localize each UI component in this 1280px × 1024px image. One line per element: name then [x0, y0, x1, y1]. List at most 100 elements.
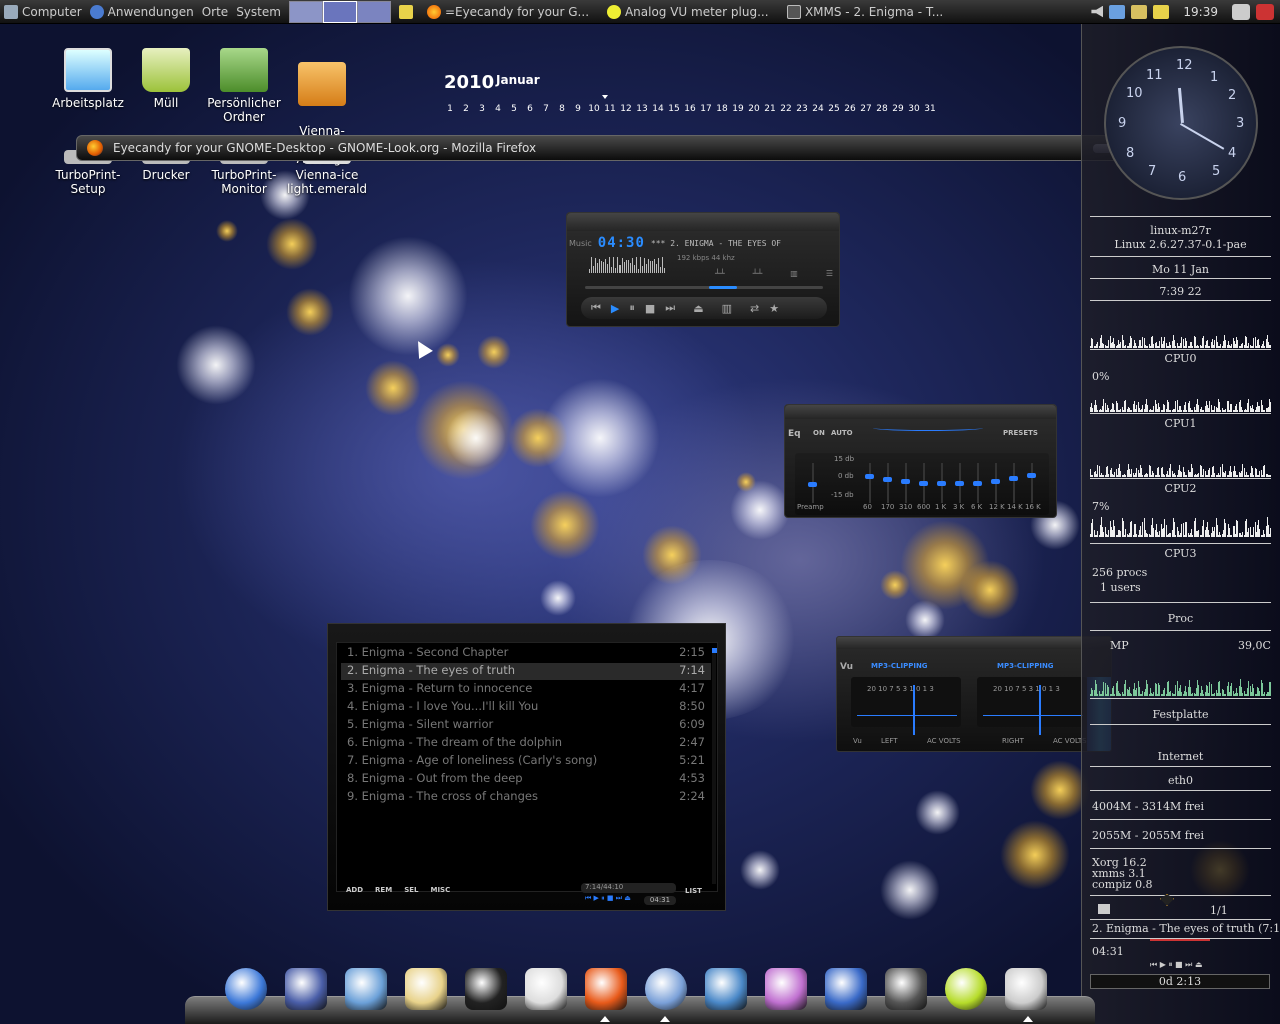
dock-document-icon[interactable] — [825, 968, 867, 1010]
eq-preamp-slider-knob[interactable] — [808, 482, 817, 487]
tray-app-icon[interactable] — [1109, 4, 1126, 19]
workspace-3[interactable] — [356, 0, 391, 23]
music-header[interactable] — [567, 213, 839, 231]
calendar-day[interactable]: 8 — [554, 104, 570, 114]
eq-band-slider-knob[interactable] — [901, 478, 910, 484]
eq-band-slider-knob[interactable] — [973, 481, 982, 487]
dock-lime-icon[interactable] — [945, 968, 987, 1010]
dock-music-icon[interactable] — [645, 968, 687, 1010]
task-firefox[interactable]: =Eyecandy for your G... — [421, 0, 601, 24]
dock-terminal-icon[interactable] — [465, 968, 507, 1010]
calendar-day[interactable]: 1 — [442, 104, 458, 114]
playlist-scrollbar[interactable] — [712, 648, 717, 884]
calendar-day[interactable]: 17 — [698, 104, 714, 114]
calendar-day[interactable]: 18 — [714, 104, 730, 114]
menu-applications[interactable]: Anwendungen — [86, 0, 198, 24]
favorite-button[interactable]: ★ — [769, 302, 779, 315]
eq-band-slider-knob[interactable] — [955, 481, 964, 487]
calendar-day[interactable]: 14 — [650, 104, 666, 114]
eject-button[interactable]: ⏏ — [693, 302, 703, 315]
task-vu-meter[interactable]: Analog VU meter plug... — [601, 0, 781, 24]
calendar-day[interactable]: 26 — [842, 104, 858, 114]
calendar-day[interactable]: 7 — [538, 104, 554, 114]
menu-places[interactable]: Orte — [198, 0, 232, 24]
playlist-select-button[interactable]: SEL — [404, 886, 418, 894]
dock-player-icon[interactable] — [1005, 968, 1047, 1010]
menu-system[interactable]: System — [232, 0, 285, 24]
pause-button[interactable]: ⏸ — [629, 301, 635, 315]
tray-screen-icon[interactable] — [1232, 3, 1250, 20]
eq-header[interactable] — [785, 405, 1056, 419]
seek-knob[interactable] — [709, 286, 737, 289]
tray-mail-icon[interactable] — [1131, 4, 1148, 19]
next-button[interactable]: ⏭ — [665, 301, 675, 315]
now-playing-progress[interactable] — [1150, 939, 1210, 941]
playlist-mini-controls[interactable]: ⏮ ▶ ⏸ ■ ⏭ ⏏ — [585, 894, 631, 903]
calendar-day[interactable]: 5 — [506, 104, 522, 114]
previous-button[interactable]: ⏮ — [591, 301, 601, 315]
notes-launcher[interactable] — [395, 0, 421, 24]
play-button[interactable]: ▶ — [611, 302, 619, 315]
dock-media-icon[interactable] — [765, 968, 807, 1010]
eq-band-slider-track[interactable] — [869, 463, 871, 503]
calendar-day[interactable]: 20 — [746, 104, 762, 114]
calendar-day[interactable]: 30 — [906, 104, 922, 114]
dock-firefox-icon[interactable] — [585, 968, 627, 1010]
eq-band-slider-track[interactable] — [1013, 463, 1015, 503]
stop-button[interactable]: ■ — [645, 302, 655, 315]
calendar-day[interactable]: 16 — [682, 104, 698, 114]
playlist-list-button[interactable]: LIST — [685, 887, 702, 895]
playlist-item[interactable]: 7. Enigma - Age of loneliness (Carly's s… — [341, 753, 711, 770]
eq-presets-button[interactable]: PRESETS — [1003, 429, 1038, 437]
balance-icon[interactable]: ┴┴ — [715, 269, 725, 278]
scrollbar-thumb[interactable] — [712, 648, 717, 653]
calendar-day[interactable]: 12 — [618, 104, 634, 114]
playlist-item[interactable]: 6. Enigma - The dream of the dolphin 2:47 — [341, 735, 711, 752]
task-xmms[interactable]: XMMS - 2. Enigma - T... — [781, 0, 961, 24]
calendar-day[interactable]: 13 — [634, 104, 650, 114]
calendar-day[interactable]: 22 — [778, 104, 794, 114]
eq-band-slider-knob[interactable] — [1027, 472, 1036, 478]
playlist-item[interactable]: 1. Enigma - Second Chapter 2:15 — [341, 645, 711, 662]
tray-notes-icon[interactable] — [1153, 4, 1170, 19]
eq-on-button[interactable]: ON — [813, 429, 825, 437]
playlist-item[interactable]: 2. Enigma - The eyes of truth 7:14 — [341, 663, 711, 680]
dock-network-icon[interactable] — [705, 968, 747, 1010]
playlist-item[interactable]: 5. Enigma - Silent warrior 6:09 — [341, 717, 711, 734]
menu-computer[interactable]: Computer — [0, 0, 86, 24]
playlist-remove-button[interactable]: REM — [375, 886, 392, 894]
playlist-toggle-icon[interactable]: ☰ — [826, 269, 833, 278]
dock-notes-icon[interactable] — [405, 968, 447, 1010]
vu-header[interactable] — [837, 637, 1111, 649]
music-seek-bar[interactable] — [585, 286, 823, 289]
desktop-icon-arbeitsplatz[interactable]: Arbeitsplatz — [43, 48, 133, 110]
calendar-day[interactable]: 6 — [522, 104, 538, 114]
calendar-day[interactable]: 4 — [490, 104, 506, 114]
eq-band-slider-track[interactable] — [887, 463, 889, 503]
calendar-day[interactable]: 29 — [890, 104, 906, 114]
dock-globe-icon[interactable] — [225, 968, 267, 1010]
volume-slider-icon[interactable]: ┴┴ — [753, 269, 763, 278]
dock-gimp-icon[interactable] — [885, 968, 927, 1010]
playlist-add-button[interactable]: ADD — [346, 886, 363, 894]
calendar-day[interactable]: 23 — [794, 104, 810, 114]
dock-settings-icon[interactable] — [525, 968, 567, 1010]
eq-band-slider-knob[interactable] — [1009, 475, 1018, 481]
eq-auto-button[interactable]: AUTO — [831, 429, 853, 437]
calendar-day[interactable]: 19 — [730, 104, 746, 114]
playlist-item[interactable]: 3. Enigma - Return to innocence 4:17 — [341, 681, 711, 698]
eq-toggle-icon[interactable]: ▥ — [790, 269, 798, 278]
calendar-day[interactable]: 25 — [826, 104, 842, 114]
workspace-2[interactable] — [322, 0, 357, 23]
dock-home-icon[interactable] — [285, 968, 327, 1010]
eq-band-slider-knob[interactable] — [883, 477, 892, 483]
playlist-item[interactable]: 9. Enigma - The cross of changes 2:24 — [341, 789, 711, 806]
desktop-icon-home[interactable]: Persönlicher Ordner — [199, 48, 289, 124]
calendar-day[interactable]: 15 — [666, 104, 682, 114]
calendar-day[interactable]: 24 — [810, 104, 826, 114]
calendar-day[interactable]: 31 — [922, 104, 938, 114]
panel-clock[interactable]: 19:39 — [1183, 5, 1218, 19]
eq-band-slider-knob[interactable] — [991, 478, 1000, 484]
calendar-day[interactable]: 2 — [458, 104, 474, 114]
calendar-day[interactable]: 21 — [762, 104, 778, 114]
